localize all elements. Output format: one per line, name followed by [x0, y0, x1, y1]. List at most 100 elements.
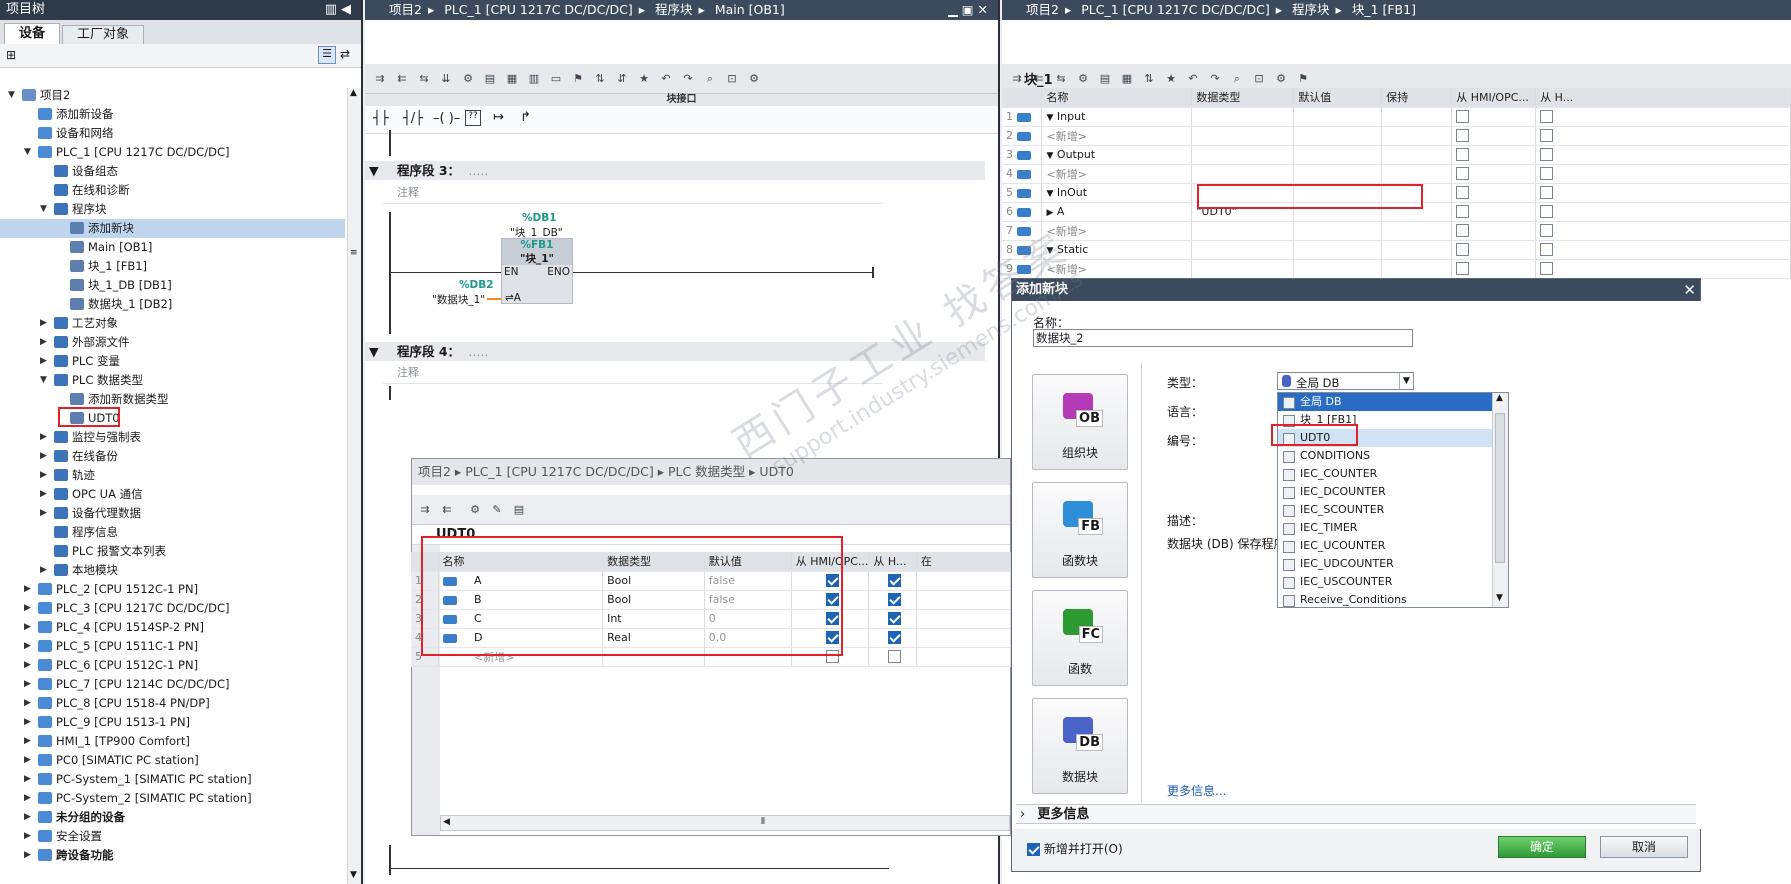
udt-row-h[interactable] — [868, 571, 917, 591]
udt-h-checkbox[interactable] — [888, 650, 902, 664]
h-checkbox[interactable] — [1540, 167, 1554, 181]
dock-left-icon[interactable]: ◀ — [341, 0, 351, 20]
more-info-section[interactable]: › 更多信息 — [1016, 804, 1696, 824]
fb-next-icon[interactable]: ↷ — [1206, 71, 1224, 87]
type-option[interactable]: CONDITIONS — [1278, 447, 1492, 465]
open-branch-icon[interactable]: ↦ — [493, 110, 504, 125]
list-icon[interactable]: ▦ — [503, 71, 521, 87]
tree-item[interactable]: ▶ PC-System_1 [SIMATIC PC station] — [0, 770, 345, 789]
tree-item[interactable]: 添加新设备 — [0, 105, 345, 124]
tree-toggle-icon[interactable]: ▶ — [40, 428, 50, 447]
udt-add-icon[interactable]: ⇇ — [438, 501, 456, 517]
fb-col-default[interactable]: 默认值 — [1293, 88, 1383, 108]
tree-item[interactable]: ▶ OPC UA 通信 — [0, 485, 345, 504]
udt-row-h[interactable] — [868, 590, 917, 610]
h-checkbox[interactable] — [1540, 148, 1554, 162]
udt-h-checkbox[interactable] — [888, 593, 902, 607]
type-option[interactable]: IEC_SCOUNTER — [1278, 501, 1492, 519]
type-option[interactable]: IEC_COUNTER — [1278, 465, 1492, 483]
name-input[interactable]: 数据块_2 — [1033, 329, 1413, 347]
tree-item[interactable]: 添加新数据类型 — [0, 390, 345, 409]
udt-hscrollbar[interactable]: ◀ ⦀ — [440, 815, 1010, 831]
fb-crumb-project[interactable]: 项目2 — [1026, 2, 1059, 17]
fb-crumb-blocks[interactable]: 程序块 — [1292, 2, 1330, 17]
scroll-grip-icon[interactable]: ≡ — [350, 248, 358, 258]
network-delete-icon[interactable]: ⇇ — [393, 71, 411, 87]
h-checkbox[interactable] — [1540, 243, 1554, 257]
snapshot-icon[interactable]: ⊡ — [723, 71, 741, 87]
tree-item[interactable]: ▶ PLC_7 [CPU 1214C DC/DC/DC] — [0, 675, 345, 694]
tree-toggle-icon[interactable]: ▶ — [24, 599, 34, 618]
tree-item[interactable]: ▶ PLC_8 [CPU 1518-4 PN/DP] — [0, 694, 345, 713]
fb-col-hmi[interactable]: 从 HMI/OPC... — [1451, 88, 1537, 108]
udt-crumb-project[interactable]: 项目2 — [418, 464, 451, 479]
tree-toggle-icon[interactable]: ▶ — [24, 732, 34, 751]
favorite-icon[interactable]: ★ — [635, 71, 653, 87]
tree-toggle-icon[interactable]: ▶ — [24, 846, 34, 865]
udt-h-checkbox[interactable] — [888, 574, 902, 588]
type-option[interactable]: 全局 DB — [1278, 393, 1492, 411]
fb-list-icon[interactable]: ▤ — [1096, 71, 1114, 87]
dropdown-thumb[interactable] — [1495, 413, 1505, 563]
fb1-table-row[interactable]: 3 ▼ Output — [1002, 145, 1791, 165]
udt-scroll-grip-icon[interactable]: ⦀ — [761, 817, 765, 827]
fb-expand-icon[interactable]: ⇅ — [1140, 71, 1158, 87]
tab-devices[interactable]: 设备 — [4, 23, 60, 44]
tree-toggle-icon[interactable]: ▶ — [24, 770, 34, 789]
goto-icon[interactable]: ↶ — [657, 71, 675, 87]
udt-col-header[interactable]: 在 — [916, 552, 1012, 572]
contact-nc-icon[interactable]: ┤/├ — [403, 111, 423, 126]
udt-insert-icon[interactable]: ⇉ — [416, 501, 434, 517]
tree-item[interactable]: ▶ 轨迹 — [0, 466, 345, 485]
fb1-table-row[interactable]: 7 <新增> — [1002, 221, 1791, 241]
tree-item[interactable]: ▶ HMI_1 [TP900 Comfort] — [0, 732, 345, 751]
tree-item[interactable]: PLC 报警文本列表 — [0, 542, 345, 561]
fb-move-icon[interactable]: ⇆ — [1052, 71, 1070, 87]
hmi-checkbox[interactable] — [1456, 110, 1470, 124]
tree-toggle-icon[interactable]: ▶ — [40, 314, 50, 333]
type-option[interactable]: IEC_UCOUNTER — [1278, 537, 1492, 555]
tree-toggle-icon[interactable]: ▶ — [24, 618, 34, 637]
fb1-table-row[interactable]: 1 ▼ Input — [1002, 107, 1791, 127]
tree-toggle-icon[interactable]: ▶ — [24, 580, 34, 599]
fb-goto-icon[interactable]: ↶ — [1184, 71, 1202, 87]
tree-item[interactable]: ▶ 在线备份 — [0, 447, 345, 466]
hmi-checkbox[interactable] — [1456, 167, 1470, 181]
tree-toggle-icon[interactable]: ▼ — [8, 86, 18, 105]
udt-row-h[interactable] — [868, 647, 917, 667]
row-name[interactable]: <新增> — [1046, 168, 1086, 181]
row-toggle-icon[interactable]: ▼ — [1046, 113, 1053, 123]
row-name[interactable]: A — [1057, 205, 1065, 218]
tree-item[interactable]: ▶ 跨设备功能 — [0, 846, 345, 865]
type-option[interactable]: Receive_Conditions — [1278, 591, 1492, 609]
tree-item[interactable]: 块_1 [FB1] — [0, 257, 345, 276]
fb1-table-row[interactable]: 9 <新增> — [1002, 259, 1791, 279]
tile-fc[interactable]: FC 函数 — [1032, 590, 1128, 686]
tree-toggle-icon[interactable]: ▶ — [24, 675, 34, 694]
scroll-down-icon[interactable]: ▼ — [350, 870, 357, 880]
tree-toggle-icon[interactable]: ▶ — [40, 504, 50, 523]
tree-item[interactable]: 程序信息 — [0, 523, 345, 542]
row-toggle-icon[interactable]: ▼ — [1046, 151, 1053, 161]
tree-item[interactable]: ▼ 程序块 — [0, 200, 345, 219]
tree-item[interactable]: ▶ PLC_4 [CPU 1514SP-2 PN] — [0, 618, 345, 637]
tree-item[interactable]: ▶ PC0 [SIMATIC PC station] — [0, 751, 345, 770]
expand-icon[interactable]: ⇅ — [591, 71, 609, 87]
db2-name[interactable]: "数据块_1" — [432, 292, 485, 307]
grid-icon[interactable]: ▥ — [525, 71, 543, 87]
tree-toggle-icon[interactable]: ▶ — [24, 713, 34, 732]
network-view-icon[interactable]: ⊞ — [6, 48, 16, 62]
tree-item[interactable]: ▶ 安全设置 — [0, 827, 345, 846]
tree-toggle-icon[interactable]: ▼ — [24, 143, 34, 162]
h-checkbox[interactable] — [1540, 205, 1554, 219]
tree-item[interactable]: 设备组态 — [0, 162, 345, 181]
fb-favorite-icon[interactable]: ★ — [1162, 71, 1180, 87]
tree-toggle-icon[interactable]: ▼ — [40, 371, 50, 390]
comment-icon[interactable]: ▭ — [547, 71, 565, 87]
tree-toggle-icon[interactable]: ▶ — [24, 751, 34, 770]
settings-icon[interactable]: ⚙ — [745, 71, 763, 87]
tree-toggle-icon[interactable]: ▶ — [40, 466, 50, 485]
tree-item[interactable]: ▶ PLC_3 [CPU 1217C DC/DC/DC] — [0, 599, 345, 618]
list-view-icon[interactable]: ☰ — [318, 46, 336, 64]
contact-no-icon[interactable]: ┤├ — [373, 111, 389, 126]
